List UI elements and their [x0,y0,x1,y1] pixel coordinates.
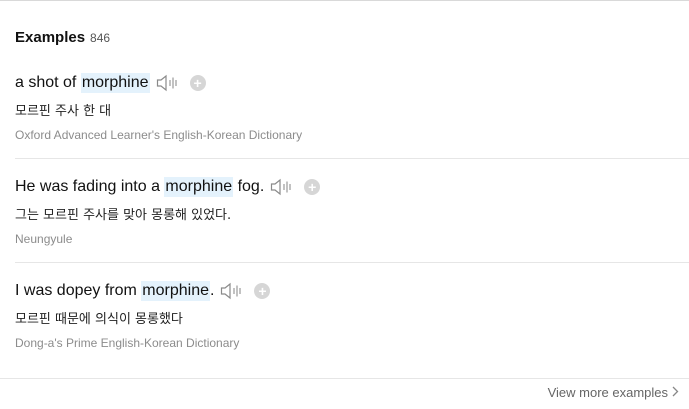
sentence-keyword: morphine [80,73,150,93]
examples-footer: View more examples [0,378,689,409]
speaker-icon[interactable] [270,177,294,197]
top-border [0,0,689,1]
example-translation: 모르핀 때문에 의식이 몽롱했다 [15,312,183,327]
sentence-text-post: . [209,282,215,299]
sentence-text-pre: I was dopey from [15,282,142,299]
example-sentence: I was dopey from morphine . + [15,279,689,303]
example-sentence: He was fading into a morphine fog. + [15,175,689,199]
example-source: Oxford Advanced Learner's English-Korean… [15,128,303,142]
examples-count: 846 [90,31,111,45]
example-item: I was dopey from morphine . + 모르핀 때문에 의식… [15,279,689,350]
add-to-wordbook-button[interactable]: + [254,283,271,299]
view-more-label: View more examples [547,385,668,400]
speaker-icon[interactable] [156,73,180,93]
sentence-keyword: morphine [141,281,210,301]
example-sentence: a shot of morphine + [15,71,689,95]
add-to-wordbook-button[interactable]: + [189,75,206,91]
sentence-text-pre: a shot of [15,74,81,91]
example-translation: 그는 모르핀 주사를 맞아 몽롱해 있었다. [15,208,232,223]
example-item: a shot of morphine + 모르핀 주사 한 대 Oxford A… [15,71,689,142]
example-translation: 모르핀 주사 한 대 [15,104,112,119]
sentence-keyword: morphine [164,177,234,197]
view-more-examples-link[interactable]: View more examples [548,385,679,400]
sentence-text-pre: He was fading into a [15,178,165,195]
sentence-text-post: fog. [233,178,265,195]
example-source: Dong-a's Prime English-Korean Dictionary [15,336,240,350]
example-source: Neungyule [15,232,73,246]
chevron-right-icon [672,385,679,400]
speaker-icon[interactable] [220,281,244,301]
add-to-wordbook-button[interactable]: + [304,179,321,195]
divider [15,158,689,159]
examples-header: Examples 846 [15,29,110,46]
examples-title: Examples [15,29,86,46]
example-item: He was fading into a morphine fog. + 그는 … [15,175,689,246]
divider [15,262,689,263]
